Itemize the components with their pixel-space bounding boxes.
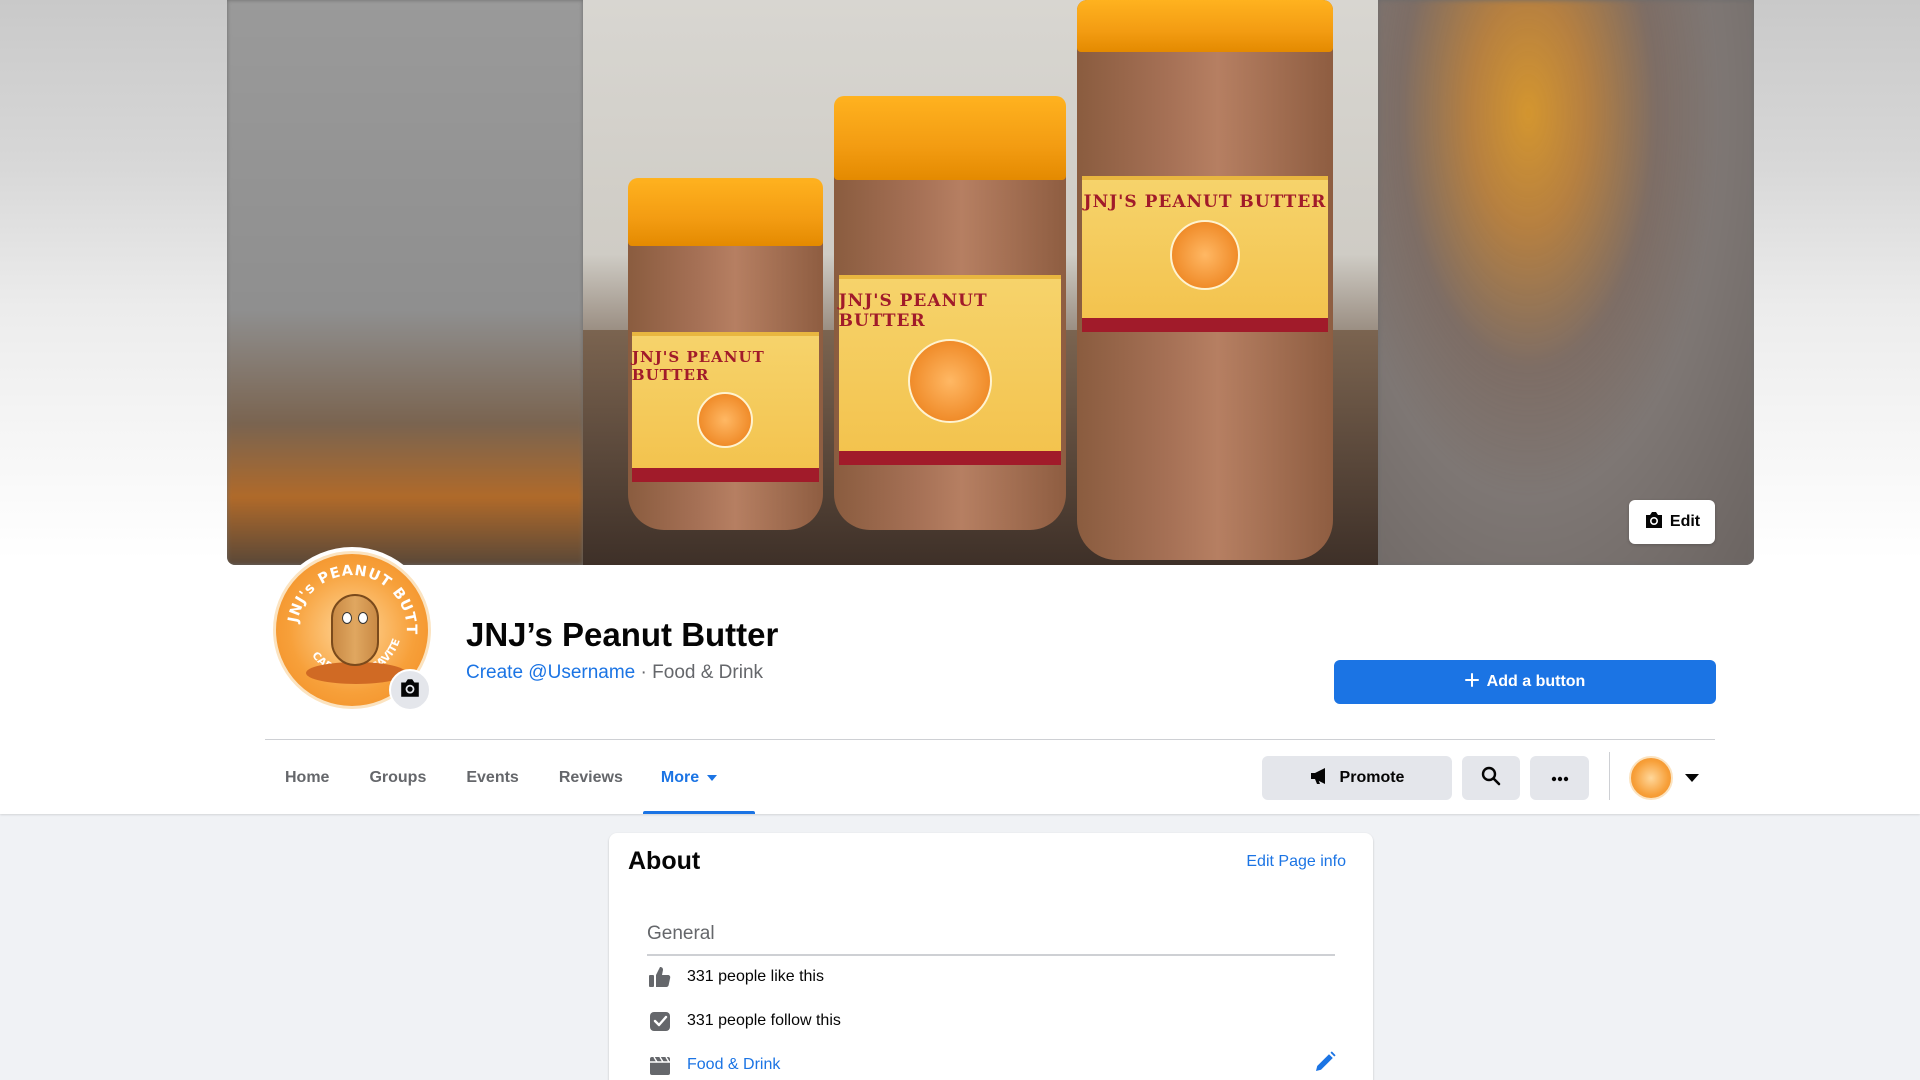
page-subline: Create @Username · Food & Drink — [466, 662, 763, 684]
tab-events[interactable]: Events — [446, 742, 538, 814]
category-row: Food & Drink — [647, 1052, 780, 1078]
cover-blur-left — [227, 0, 583, 565]
jar-label-text: JNJ'S PEANUT BUTTER — [1083, 192, 1327, 212]
jar-large: JNJ'S PEANUT BUTTER — [1077, 0, 1333, 560]
update-avatar-button[interactable] — [389, 669, 431, 711]
promote-label: Promote — [1339, 769, 1405, 786]
page-tabs: Home Groups Events Reviews More — [265, 742, 756, 814]
about-title: About — [628, 847, 701, 875]
jar-label-text: JNJ'S PEANUT BUTTER — [631, 348, 765, 384]
megaphone-icon — [1310, 767, 1332, 790]
page-category: Food & Drink — [652, 662, 764, 683]
subline-separator: · — [635, 662, 653, 683]
tab-groups[interactable]: Groups — [349, 742, 446, 814]
tab-more[interactable]: More — [642, 742, 756, 814]
tab-label: Groups — [369, 769, 427, 786]
actions-separator — [1609, 752, 1610, 800]
follows-count-text: 331 people follow this — [687, 1012, 841, 1029]
category-link[interactable]: Food & Drink — [687, 1056, 780, 1074]
header-divider — [265, 739, 1715, 740]
caret-down-icon — [1685, 774, 1699, 782]
camera-icon — [1644, 511, 1664, 534]
tab-home[interactable]: Home — [265, 742, 349, 814]
cover-photo[interactable]: JNJ'S PEANUT BUTTER JNJ'S PEANUT BUTTER … — [227, 0, 1754, 565]
page-title: JNJ’s Peanut Butter — [466, 616, 779, 653]
plus-icon — [1464, 672, 1479, 692]
cover-image: JNJ'S PEANUT BUTTER JNJ'S PEANUT BUTTER … — [583, 0, 1378, 565]
thumbs-up-icon — [647, 964, 673, 990]
jar-logo — [1169, 220, 1240, 290]
edit-pencil-icon[interactable] — [1313, 1050, 1337, 1079]
likes-row: 331 people like this — [647, 964, 824, 990]
cover-blur-right — [1378, 0, 1754, 565]
account-switcher[interactable] — [1629, 756, 1699, 800]
edit-cover-label: Edit — [1669, 513, 1701, 530]
chevron-down-icon — [707, 775, 718, 781]
tab-label: More — [660, 769, 700, 786]
likes-count-text: 331 people like this — [687, 968, 824, 985]
search-button[interactable] — [1462, 756, 1520, 800]
jar-logo — [907, 339, 992, 423]
jar-label-text: JNJ'S PEANUT BUTTER — [838, 291, 988, 331]
tab-label: Reviews — [558, 769, 623, 786]
jar-small: JNJ'S PEANUT BUTTER — [628, 178, 823, 530]
create-username-link[interactable]: Create @Username — [466, 662, 635, 683]
ellipsis-icon — [1551, 769, 1569, 787]
add-button-label: Add a button — [1486, 673, 1586, 690]
more-options-button[interactable] — [1530, 756, 1589, 800]
category-clapperboard-icon — [647, 1052, 673, 1078]
jar-logo — [697, 392, 754, 448]
follows-row: 331 people follow this — [647, 1008, 841, 1034]
tab-label: Home — [285, 769, 330, 786]
avatar — [1629, 756, 1673, 800]
edit-cover-button[interactable]: Edit — [1629, 500, 1715, 544]
about-card: About Edit Page info General 331 people … — [609, 833, 1373, 1080]
add-button-button[interactable]: Add a button — [1334, 660, 1716, 704]
tab-label: Events — [466, 769, 519, 786]
avatar-peanut-mascot — [331, 594, 379, 666]
follow-check-icon — [647, 1008, 673, 1034]
general-section-heading: General — [647, 923, 715, 944]
section-divider — [647, 954, 1335, 956]
promote-button[interactable]: Promote — [1262, 756, 1452, 800]
jar-medium: JNJ'S PEANUT BUTTER — [834, 96, 1066, 530]
edit-page-info-link[interactable]: Edit Page info — [1246, 853, 1346, 871]
search-icon — [1481, 766, 1501, 791]
camera-icon — [399, 678, 421, 703]
tab-reviews[interactable]: Reviews — [539, 742, 643, 814]
